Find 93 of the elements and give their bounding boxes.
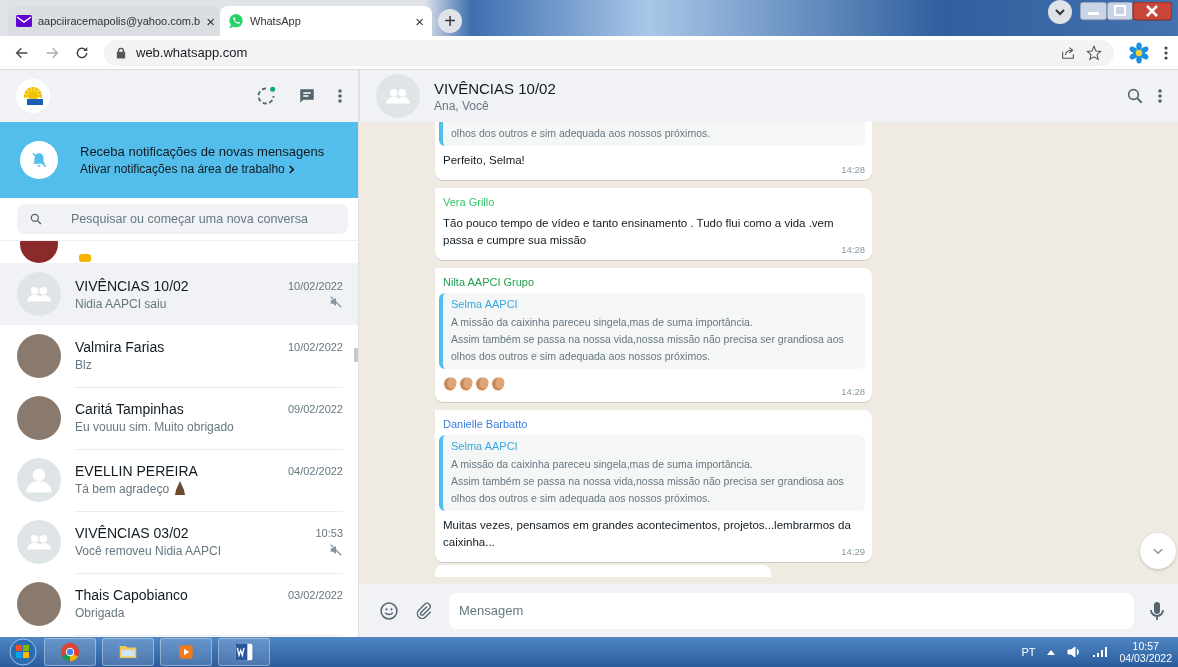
star-icon[interactable] [1086,44,1102,61]
photo-placeholder [17,396,61,440]
paperclip-icon[interactable] [415,601,433,620]
sender-name: Vera Grillo [443,196,496,208]
chat-preview: Tá bem agradeço [75,482,170,496]
chat-time: 10/02/2022 [287,341,343,353]
quoted-message[interactable] [439,293,865,369]
message-time: 14:28 [840,244,865,255]
message-text: Perfeito, Selma! [443,153,526,168]
mail-icon [16,15,32,27]
media-player-icon [178,643,194,661]
chat-name: VIVÊNCIAS 03/02 [75,525,189,541]
chat-bubble-icon [228,13,244,29]
quoted-message[interactable]: olhos dos outros e sim adequada aos nossos próximos. [439,122,865,146]
chat-name: Caritá Tampinhas [75,401,184,417]
menu-icon[interactable] [1164,44,1168,61]
document-icon [234,642,254,662]
chat-time: 04/02/2022 [287,465,343,477]
chat-participants: Ana, Você [434,98,490,113]
muted-bell-icon [30,151,48,169]
browser-tab[interactable]: WhatsApp × [220,6,432,36]
taskbar-app[interactable] [218,638,270,666]
clock-time: 10:57 [1132,640,1159,652]
chat-time: 03/02/2022 [287,589,343,601]
taskbar-app[interactable] [102,638,154,666]
quote-text: A missão da caixinha pareceu singela,mas de suma importância. Assim também se passa na nossa vida,nossa missão não precisa ser grandiosa aos olhos dos outros e sim adequada aos nossos próximos. [451,458,844,504]
microphone-icon[interactable] [1150,600,1164,621]
chat-name: VIVÊNCIAS 10/02 [75,277,189,294]
message-time: 14:29 [840,546,865,557]
chat-time: 10/02/2022 [287,279,343,292]
tray-arrow-icon[interactable] [1047,649,1056,655]
chat-name: Thais Capobianco [75,587,188,603]
photo-placeholder [17,334,61,378]
search-field[interactable]: Pesquisar ou começar uma nova conversa [17,204,348,234]
chat-preview: Eu vouuu sim. Muito obrigado [75,420,234,434]
folder-icon [117,643,139,661]
start-button-icon[interactable] [8,638,38,666]
quote-text: olhos dos outros e sim adequada aos nossos próximos. [451,127,711,139]
chat-title: VIVÊNCIAS 10/02 [434,79,556,97]
address-bar[interactable]: web.whatsapp.com [104,39,1114,66]
chat-list-item[interactable]: VIVÊNCIAS 10/02 10/02/2022 Nidia AAPCI saiu [0,263,358,325]
emoji-icon[interactable] [379,600,399,621]
profile-logo[interactable] [16,79,50,113]
scrollbar-thumb[interactable] [354,348,358,362]
message-time: 14:28 [840,386,865,397]
notification-title: Receba notificações de novas mensagens [80,144,325,159]
sender-name: Nilta AAPCI Grupo [443,276,536,288]
share-icon[interactable] [1060,44,1076,61]
chat-name: Valmira Farias [75,339,165,355]
signal-icon[interactable] [1093,647,1108,657]
quote-author: Selma AAPCI [451,297,519,312]
chat-preview: Você removeu Nidia AAPCI [75,544,222,558]
chevron-right-icon [287,164,295,174]
speaker-icon[interactable] [1067,646,1082,658]
window-controls-icon[interactable] [1080,2,1172,22]
menu-icon[interactable] [338,88,342,104]
message-text: Muitas vezes, pensamos em grandes acontecimentos, projetos...lembrarmos da caixinha... [443,518,852,549]
chat-preview: Obrigada [75,606,125,620]
chat-list-item[interactable]: EVELLIN PEREIRA 04/02/2022 Tá bem agradeço [0,449,358,511]
chat-list-item[interactable]: Valmira Farias 10/02/2022 Blz [0,325,358,387]
message-time: 14:28 [840,164,865,175]
new-chat-icon[interactable] [298,87,316,105]
quote-text: A missão da caixinha pareceu singela,mas de suma importância. Assim também se passa na nossa vida,nossa missão não precisa ser grandiosa aos olhos dos outros e sim adequada aos nossos próximos. [451,316,844,362]
message-input[interactable]: Mensagem [449,592,1134,629]
message-text: Tão pouco tempo de vídeo e tanto ensinamento . Tudo flui como a vida .vem passa e cumpre sua missão [443,216,835,248]
chat-list-item[interactable]: VIVÊNCIAS 03/02 10:53 Você removeu Nidia AAPCI [0,511,358,573]
chat-list-item[interactable]: Caritá Tampinhas 09/02/2022 Eu vouuu sim. Muito obrigado [0,387,358,449]
chat-preview: Blz [75,358,92,372]
quoted-message[interactable] [439,435,865,511]
flower-icon[interactable] [1128,41,1150,64]
quote-author: Selma AAPCI [451,439,519,454]
search-icon [29,212,43,226]
chat-time: 10:53 [315,527,343,539]
language-indicator[interactable]: PT [1021,646,1036,658]
clock-date: 04/03/2022 [1119,652,1172,664]
chat-time: 09/02/2022 [287,403,343,415]
browser-tab[interactable]: aapciiracemapolis@yahoo.com.b × [8,6,220,36]
search-icon[interactable] [1126,87,1144,105]
new-tab-button[interactable]: + [438,9,462,33]
chat-list-item[interactable]: Thais Capobianco 03/02/2022 Obrigada [0,573,358,635]
sender-name: Danielle Barbatto [443,418,529,430]
lock-icon [116,46,126,59]
status-icon[interactable] [256,86,276,106]
browser-logo-icon [60,642,80,662]
chat-name: EVELLIN PEREIRA [75,463,198,479]
taskbar-clock[interactable]: 10:57 04/03/2022 [1119,640,1172,664]
menu-icon[interactable] [1158,88,1162,104]
url-text: web.whatsapp.com [136,45,249,60]
enable-notifications-link[interactable]: Ativar notificações na área de trabalho [80,162,325,176]
search-input[interactable]: Pesquisar ou começar uma nova conversa [69,211,336,227]
tab-search-icon[interactable] [1048,0,1072,24]
chat-preview: Nidia AAPCI saiu [75,296,167,311]
photo-placeholder [17,582,61,626]
